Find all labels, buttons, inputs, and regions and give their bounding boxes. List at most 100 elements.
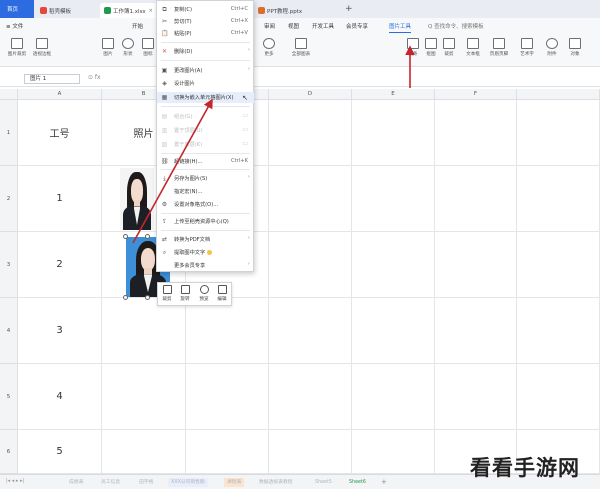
ribbon-all-charts-button[interactable]: 全部图表 — [290, 36, 312, 64]
ribbon-attachment-button[interactable]: 附件 — [541, 36, 563, 64]
cell-f1[interactable] — [435, 100, 517, 166]
cell-d1[interactable] — [269, 100, 352, 166]
sheet-nav-arrows[interactable]: |◂ ◂ ▸ ▸| — [6, 478, 24, 484]
menu-item-hyperlink[interactable]: ⛓ 超链接(H)... Ctrl+K — [157, 156, 254, 167]
menu-item-change-picture[interactable]: ▣ 更改图片(A) › — [157, 65, 254, 76]
row-header-6[interactable]: 6 — [0, 430, 18, 474]
menu-home[interactable]: 开始 — [132, 22, 143, 30]
cell-a3[interactable]: 2 — [18, 232, 102, 298]
menu-item-convert-pdf[interactable]: ⇄ 转换为PDF文档 › — [157, 234, 254, 245]
cell-a2[interactable]: 1 — [18, 166, 102, 232]
row-header-1[interactable]: 1 — [0, 100, 18, 166]
cell-a6[interactable]: 5 — [18, 430, 102, 474]
mini-crop-button[interactable]: 裁剪 — [159, 285, 175, 302]
row-header-5[interactable]: 5 — [0, 364, 18, 430]
cell-d5[interactable] — [269, 364, 352, 430]
menu-item-paste[interactable]: 📋 粘贴(P) Ctrl+V — [157, 28, 254, 39]
menu-member[interactable]: 会员专享 — [346, 22, 368, 30]
home-tab[interactable]: 首页 — [0, 0, 34, 18]
mini-edit-button[interactable]: 编辑 — [214, 285, 230, 302]
cell-c6[interactable] — [186, 430, 269, 474]
fx-icon[interactable]: ⊙ fx — [88, 74, 101, 81]
sheet-tab[interactable]: 数据透视表教程 — [256, 478, 296, 487]
column-header-d[interactable]: D — [269, 89, 352, 100]
cell-e4[interactable] — [352, 298, 435, 364]
menu-item-upload[interactable]: ⇪ 上传至稻壳资源中心(Q) — [157, 216, 254, 227]
resize-handle[interactable] — [145, 295, 150, 300]
menu-review[interactable]: 审阅 — [264, 22, 275, 30]
ribbon-border-button[interactable]: 透视边框 — [31, 36, 53, 64]
ribbon-shape-button[interactable]: 形状 — [117, 36, 139, 64]
column-header-a[interactable]: A — [18, 89, 102, 100]
sheet-tab[interactable]: 课程表 — [224, 478, 245, 487]
sheet-tab[interactable]: Sheet5 — [312, 478, 335, 487]
menu-item-group[interactable]: ▤ 组合(G) ▭ — [157, 111, 254, 122]
mini-preview-button[interactable]: 预览 — [196, 285, 212, 302]
ribbon-textbox-button[interactable]: 文本框 — [462, 36, 484, 64]
name-box[interactable]: 图片 1 — [24, 74, 80, 84]
cell-f3[interactable] — [435, 232, 517, 298]
cell-d2[interactable] — [269, 166, 352, 232]
cell-a1[interactable]: 工号 — [18, 100, 102, 166]
ribbon-trim-button[interactable]: 裁剪 — [438, 36, 460, 64]
cell-c5[interactable] — [186, 364, 269, 430]
add-tab-button[interactable]: + — [345, 4, 353, 14]
row-header-2[interactable]: 2 — [0, 166, 18, 232]
menu-item-extract-text[interactable]: ⌕ 提取图中文字 — [157, 247, 254, 258]
menu-picture-tools[interactable]: 图片工具 — [389, 22, 412, 33]
menu-item-format-object[interactable]: ⚙ 设置对象格式(O)... — [157, 199, 254, 210]
column-header-e[interactable]: E — [352, 89, 435, 100]
cell-d4[interactable] — [269, 298, 352, 364]
ribbon-crop-button[interactable]: 图片裁剪 — [6, 36, 28, 64]
column-header-g[interactable] — [517, 89, 600, 100]
row-header-4[interactable]: 4 — [0, 298, 18, 364]
menu-item-copy[interactable]: ⧉ 复制(C) Ctrl+C — [157, 4, 254, 15]
sheet-tab[interactable]: 成绩表 — [66, 478, 86, 487]
tab-docer-template[interactable]: 稻壳模板 — [36, 3, 96, 18]
menu-view[interactable]: 视图 — [288, 22, 299, 30]
menu-item-send-to-back[interactable]: ▧ 置于底层(K) ▭ — [157, 139, 254, 150]
menu-developer[interactable]: 开发工具 — [312, 22, 334, 30]
cell-d6[interactable] — [269, 430, 352, 474]
cell-g4[interactable] — [517, 298, 600, 364]
tab-workbook[interactable]: 工作簿1.xlsx × — [100, 3, 162, 18]
sheet-tab[interactable]: 员工信息 — [98, 478, 123, 487]
ribbon-more-button[interactable]: 更多 — [258, 36, 280, 64]
menu-item-cut[interactable]: ✂ 剪切(T) Ctrl+X — [157, 16, 254, 27]
cell-f5[interactable] — [435, 364, 517, 430]
cell-f2[interactable] — [435, 166, 517, 232]
cell-b4[interactable] — [102, 298, 186, 364]
menu-item-embed-in-cell[interactable]: ▦ 切换为嵌入单元格图片(X) ↖ — [157, 92, 254, 103]
cell-d3[interactable] — [269, 232, 352, 298]
resize-handle[interactable] — [145, 234, 150, 239]
cell-e5[interactable] — [352, 364, 435, 430]
cell-f4[interactable] — [435, 298, 517, 364]
cell-a4[interactable]: 3 — [18, 298, 102, 364]
ribbon-object-button[interactable]: 对象 — [564, 36, 586, 64]
add-sheet-button[interactable]: + — [378, 478, 390, 487]
cell-a5[interactable]: 4 — [18, 364, 102, 430]
ribbon-header-footer-button[interactable]: 页眉页脚 — [488, 36, 510, 64]
ribbon-picture-button[interactable]: 图片 — [97, 36, 119, 64]
resize-handle[interactable] — [123, 234, 128, 239]
cell-b6[interactable] — [102, 430, 186, 474]
search-command-input[interactable]: Q 查找命令、搜索模板 — [428, 22, 484, 30]
cell-g2[interactable] — [517, 166, 600, 232]
tab-ppt[interactable]: PPT教程.pptx — [254, 3, 336, 18]
select-all-corner[interactable] — [0, 89, 18, 100]
employee-photo-1[interactable] — [120, 168, 154, 230]
menu-item-design-picture[interactable]: ◈ 设计图片 — [157, 78, 254, 89]
cell-g1[interactable] — [517, 100, 600, 166]
ribbon-wordart-button[interactable]: 艺术字 — [516, 36, 538, 64]
menu-item-more-member[interactable]: 更多会员专享 › — [157, 260, 254, 271]
cell-c4[interactable] — [186, 298, 269, 364]
cell-e1[interactable] — [352, 100, 435, 166]
cell-e6[interactable] — [352, 430, 435, 474]
sheet-tab[interactable]: 田字格 — [136, 478, 156, 487]
column-header-f[interactable]: F — [435, 89, 517, 100]
cell-g5[interactable] — [517, 364, 600, 430]
menu-item-bring-to-front[interactable]: ▥ 置于顶层(U) ▭ — [157, 125, 254, 136]
cell-e3[interactable] — [352, 232, 435, 298]
menu-item-save-as-picture[interactable]: ⤓ 另存为图片(S) › — [157, 173, 254, 184]
row-header-3[interactable]: 3 — [0, 232, 18, 298]
